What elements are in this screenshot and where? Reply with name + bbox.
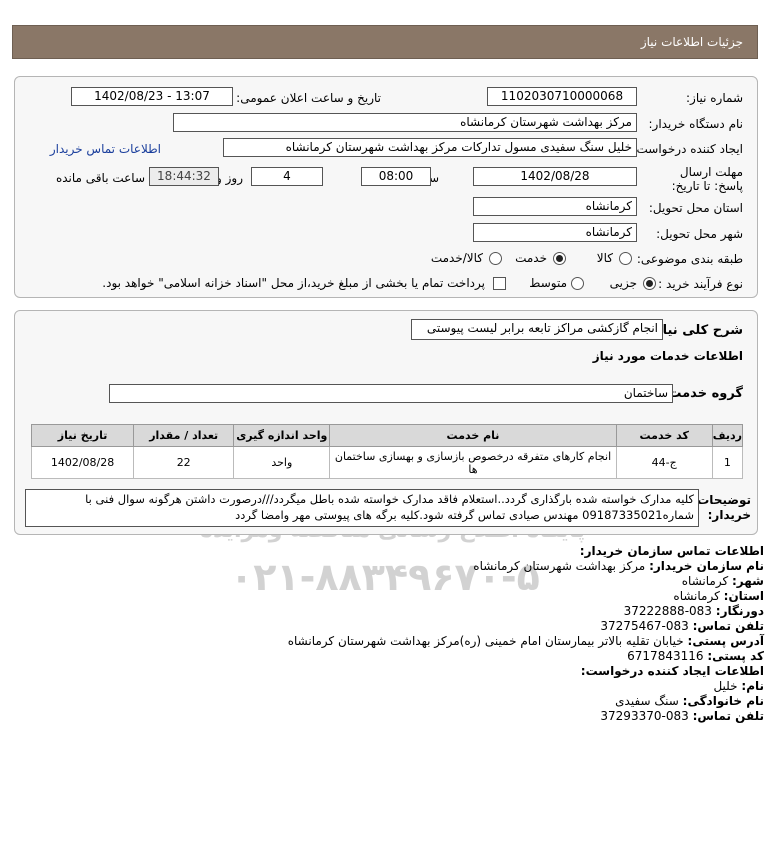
creator-phone: 083-37293370 (600, 709, 689, 723)
row-unit: واحد (233, 446, 331, 479)
category-radio-service[interactable] (553, 252, 566, 265)
need-info-panel: شماره نیاز: 1102030710000068 تاریخ و ساع… (14, 76, 758, 298)
description-label: شرح کلی نیاز: (649, 323, 743, 338)
col-row-header: ردیف (711, 424, 744, 447)
description-field: انجام گازکشی مراکز تابعه برابر لیست پیوس… (411, 319, 663, 340)
buyer-contact-link[interactable]: اطلاعات تماس خریدار (50, 142, 161, 156)
table-row: 1 ج-44 انجام کارهای متفرقه درخصوص بازساز… (30, 446, 744, 479)
row-date: 1402/08/28 (30, 446, 135, 479)
category-radio-goods[interactable] (619, 252, 632, 265)
buyer-notes-field: کلیه مدارک خواسته شده بارگذاری گردد..است… (25, 489, 699, 527)
table-header-row: ردیف کد خدمت نام خدمت واحد اندازه گیری ت… (30, 424, 744, 447)
province-field: کرمانشاه (473, 197, 637, 216)
creator-label: ایجاد کننده درخواست: (632, 142, 743, 156)
deadline-time-field: 08:00 (361, 167, 431, 186)
process-radio-medium[interactable] (571, 277, 584, 290)
contact-city: کرمانشاه (681, 574, 729, 588)
remaining-label: ساعت باقی مانده (55, 171, 145, 185)
contact-city-label: شهر: (732, 574, 764, 588)
creator-heading: اطلاعات ایجاد کننده درخواست: (580, 664, 764, 678)
col-unit-header: واحد اندازه گیری (233, 424, 331, 447)
need-number-field: 1102030710000068 (487, 87, 637, 106)
row-service-name: انجام کارهای متفرقه درخصوص بازسازی و بهس… (329, 446, 617, 479)
buyer-org-field: مرکز بهداشت شهرستان کرمانشاه (173, 113, 637, 132)
creator-last-name: سنگ سفیدی (615, 694, 679, 708)
creator-last-name-label: نام خانوادگی: (682, 694, 764, 708)
creator-field: خلیل سنگ سفیدی مسول تداركات مرکز بهداشت … (223, 138, 637, 157)
category-option-service: خدمت (515, 251, 547, 265)
contact-phone: 083-37275467 (600, 619, 689, 633)
category-label: طبقه بندی موضوعی: (636, 252, 743, 266)
category-radio-goods-service[interactable] (489, 252, 502, 265)
city-label: شهر محل تحویل: (656, 227, 743, 241)
contact-postal: 6717843116 (627, 649, 704, 663)
creator-first-name-label: نام: (741, 679, 764, 693)
contact-org-label: نام سازمان خریدار: (649, 559, 764, 573)
category-option-goods-service: کالا/خدمت (430, 251, 483, 265)
announce-label: تاریخ و ساعت اعلان عمومی: (236, 91, 381, 105)
treasury-text: پرداخت تمام یا بخشی از مبلغ خرید،از محل … (102, 276, 485, 290)
remaining-time-field: 18:44:32 (149, 167, 219, 186)
services-table: ردیف کد خدمت نام خدمت واحد اندازه گیری ت… (30, 424, 744, 479)
treasury-checkbox[interactable] (493, 277, 506, 290)
need-number-label: شماره نیاز: (686, 91, 743, 105)
process-radio-minor[interactable] (643, 277, 656, 290)
category-option-goods: کالا (596, 251, 613, 265)
contact-province: کرمانشاه (673, 589, 720, 603)
deadline-date-field: 1402/08/28 (473, 167, 637, 186)
need-details-panel: شرح کلی نیاز: انجام گازکشی مراکز تابعه ب… (14, 310, 758, 535)
buyer-notes-label: توضیحات خریدار: (697, 493, 751, 522)
col-qty-header: تعداد / مقدار (133, 424, 235, 447)
contact-org: مرکز بهداشت شهرستان کرمانشاه (473, 559, 646, 573)
row-qty: 22 (133, 446, 235, 479)
city-field: کرمانشاه (473, 223, 637, 242)
process-option-minor: جزیی (609, 276, 637, 290)
contact-heading: اطلاعات تماس سازمان خریدار: (579, 544, 764, 558)
contact-postal-label: کد پستی: (707, 649, 764, 663)
deadline-label: مهلت ارسال پاسخ: تا تاریخ: (671, 165, 743, 193)
announce-field: 1402/08/23 - 13:07 (71, 87, 233, 106)
buyer-org-label: نام دستگاه خریدار: (648, 117, 744, 131)
col-date-header: تاریخ نیاز (30, 424, 135, 447)
creator-phone-label: تلفن تماس: (692, 709, 764, 723)
contact-province-label: استان: (723, 589, 764, 603)
days-field: 4 (251, 167, 323, 186)
col-code-header: کد خدمت (615, 424, 713, 447)
service-group-label: گروه خدمت: (663, 386, 743, 401)
contact-address: خیابان تقلیه بالاتر بیمارستان امام خمینی… (287, 634, 684, 648)
col-name-header: نام خدمت (329, 424, 617, 447)
process-label: نوع فرآیند خرید : (658, 277, 743, 291)
process-option-medium: متوسط (529, 276, 567, 290)
row-code: ج-44 (615, 446, 713, 479)
contact-phone-label: تلفن تماس: (692, 619, 764, 633)
contact-fax-label: دورنگار: (715, 604, 764, 618)
contact-address-label: آدرس پستی: (687, 634, 764, 648)
contact-section: اطلاعات تماس سازمان خریدار: نام سازمان خ… (0, 544, 770, 744)
services-heading: اطلاعات خدمات مورد نیاز (592, 349, 743, 363)
service-group-field: ساختمان (109, 384, 673, 403)
creator-first-name: خلیل (713, 679, 738, 693)
province-label: استان محل تحویل: (648, 201, 743, 215)
contact-fax: 083-37222888 (623, 604, 712, 618)
page-title: جزئیات اطلاعات نیاز (12, 25, 758, 59)
days-label: روز و (216, 171, 243, 185)
row-index: 1 (711, 446, 744, 479)
